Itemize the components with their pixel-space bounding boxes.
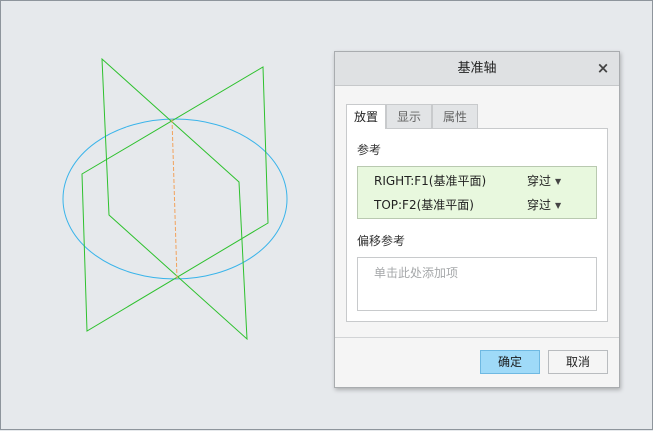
datum-axis[interactable] bbox=[171, 118, 178, 280]
tab-properties[interactable]: 属性 bbox=[432, 104, 478, 128]
offset-references-label: 偏移参考 bbox=[357, 234, 406, 248]
reference-name: TOP:F2(基准平面) bbox=[374, 198, 474, 212]
reference-type-value: 穿过 bbox=[527, 174, 552, 188]
reference-row[interactable]: RIGHT:F1(基准平面) 穿过 ▼ bbox=[358, 169, 596, 193]
reference-type-value: 穿过 bbox=[527, 198, 552, 212]
reference-row[interactable]: TOP:F2(基准平面) 穿过 ▼ bbox=[358, 193, 596, 217]
references-label: 参考 bbox=[357, 143, 382, 157]
cancel-button[interactable]: 取消 bbox=[548, 350, 608, 374]
tab-placement[interactable]: 放置 bbox=[346, 104, 386, 129]
datum-axis-dialog: 基准轴 × 放置 显示 属性 参考 RIGHT:F1(基准平面) 穿过 ▼ TOP… bbox=[334, 51, 620, 388]
offset-references-placeholder: 单击此处添加项 bbox=[374, 266, 459, 280]
ok-button[interactable]: 确定 bbox=[480, 350, 540, 374]
dialog-titlebar[interactable]: 基准轴 × bbox=[335, 52, 619, 86]
references-list[interactable]: RIGHT:F1(基准平面) 穿过 ▼ TOP:F2(基准平面) 穿过 ▼ bbox=[357, 166, 597, 219]
close-icon[interactable]: × bbox=[595, 60, 611, 76]
reference-type-dropdown[interactable]: 穿过 ▼ bbox=[527, 169, 561, 194]
footer-divider bbox=[335, 337, 619, 338]
chevron-down-icon[interactable]: ▼ bbox=[555, 194, 561, 218]
reference-name: RIGHT:F1(基准平面) bbox=[374, 174, 487, 188]
reference-type-dropdown[interactable]: 穿过 ▼ bbox=[527, 193, 561, 218]
placement-panel: 参考 RIGHT:F1(基准平面) 穿过 ▼ TOP:F2(基准平面) 穿过 ▼ 偏… bbox=[346, 128, 608, 322]
dialog-title: 基准轴 bbox=[457, 61, 497, 76]
offset-references-field[interactable]: 单击此处添加项 bbox=[357, 257, 597, 311]
chevron-down-icon[interactable]: ▼ bbox=[555, 170, 561, 194]
tab-display[interactable]: 显示 bbox=[386, 104, 432, 128]
